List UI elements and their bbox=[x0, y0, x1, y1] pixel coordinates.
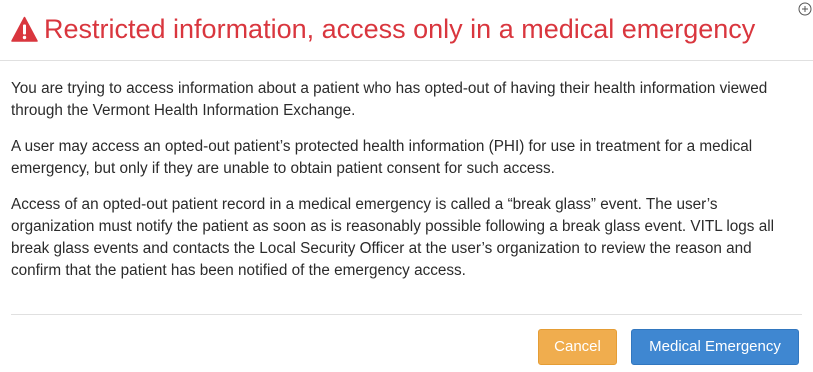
break-glass-modal: Restricted information, access only in a… bbox=[0, 0, 813, 372]
warning-triangle-icon bbox=[11, 16, 38, 43]
footer-divider bbox=[11, 314, 802, 315]
modal-title-group: Restricted information, access only in a… bbox=[11, 12, 755, 46]
body-paragraph-break-glass: Access of an opted-out patient record in… bbox=[11, 196, 775, 279]
medical-emergency-button[interactable]: Medical Emergency bbox=[631, 329, 799, 365]
modal-body: You are trying to access information abo… bbox=[11, 78, 801, 296]
modal-title: Restricted information, access only in a… bbox=[44, 14, 756, 44]
body-paragraph-phi-access: A user may access an opted-out patient’s… bbox=[11, 138, 753, 177]
body-paragraph-opted-out: You are trying to access information abo… bbox=[11, 80, 768, 119]
modal-header: Restricted information, access only in a… bbox=[0, 0, 813, 61]
cancel-button[interactable]: Cancel bbox=[538, 329, 617, 365]
close-circle-icon[interactable] bbox=[798, 2, 812, 16]
